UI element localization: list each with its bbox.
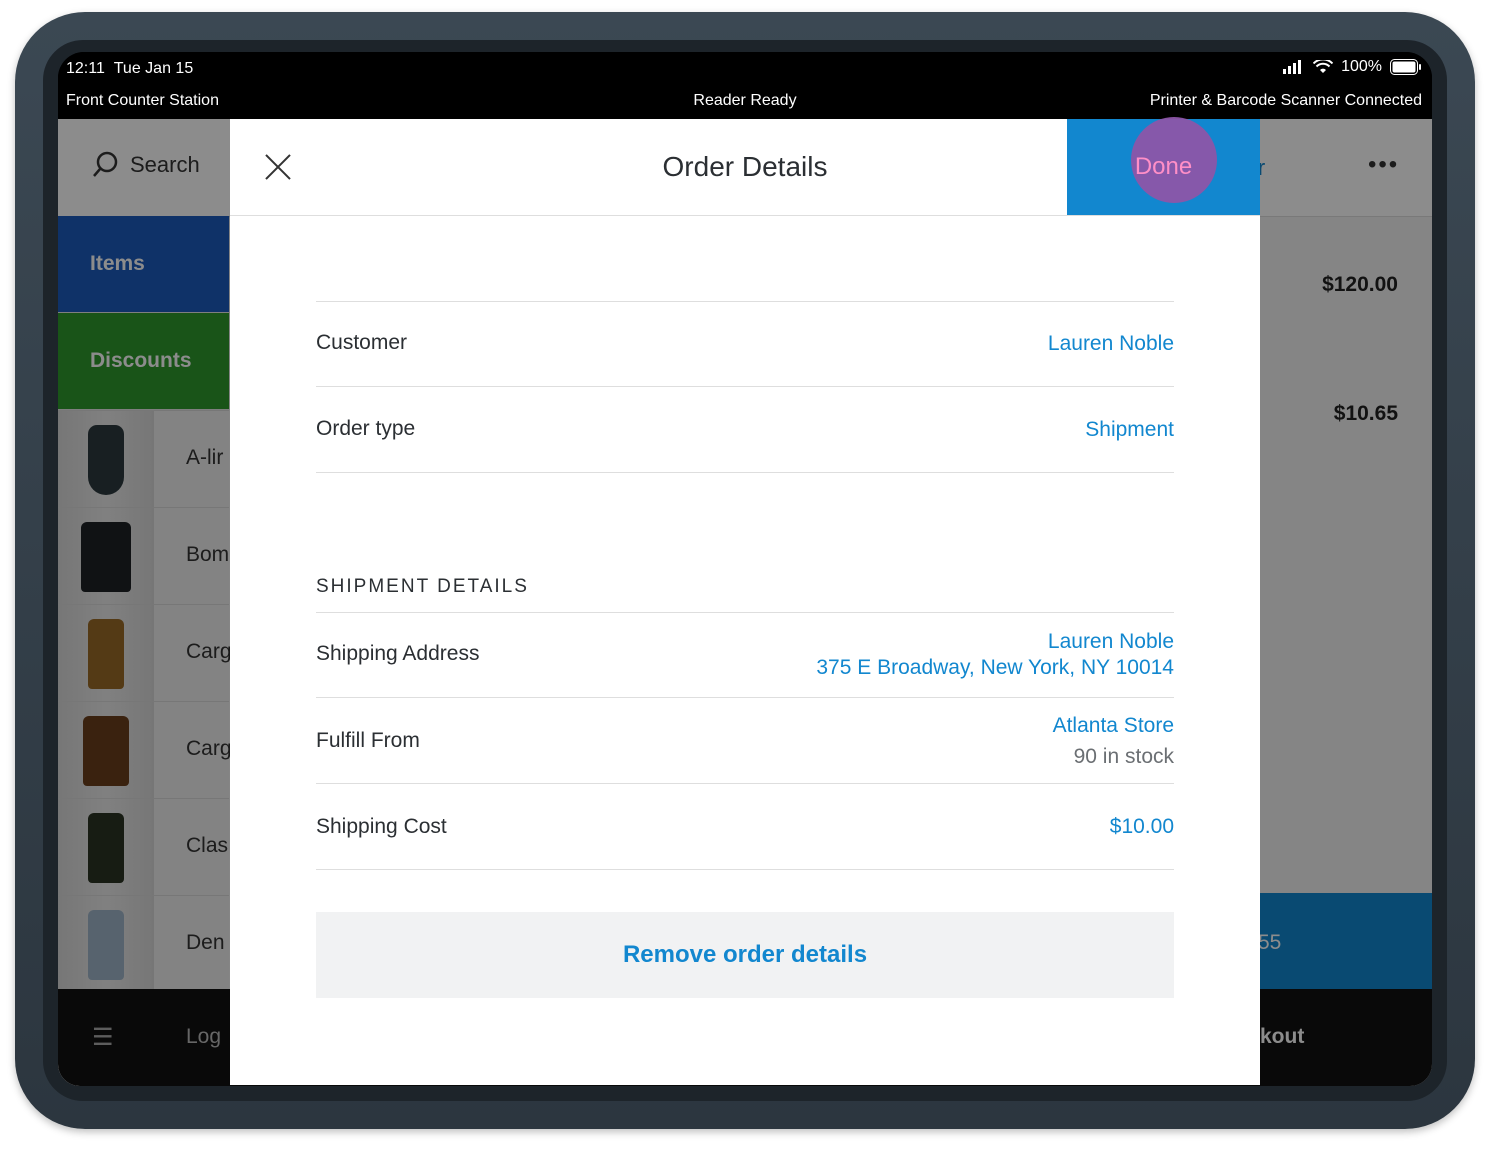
modal-header: Order Details Done — [230, 117, 1260, 216]
peripheral-status: Printer & Barcode Scanner Connected — [1149, 92, 1422, 109]
customer-label: Customer — [316, 331, 408, 354]
done-label: Done — [1134, 153, 1193, 180]
shipping-address-label: Shipping Address — [316, 642, 480, 665]
order-type-label: Order type — [316, 417, 416, 440]
shipping-address-line[interactable]: 375 E Broadway, New York, NY 10014 — [816, 656, 1174, 680]
divider — [316, 869, 1174, 870]
date-text: Tue Jan 15 — [113, 60, 194, 77]
fulfill-stock: 90 in stock — [1073, 745, 1174, 768]
status-bar: 12:11 Tue Jan 15 100% Front Counter Stat… — [58, 52, 1432, 119]
shipping-cost-value[interactable]: $10.00 — [1110, 815, 1174, 839]
fulfill-from-label: Fulfill From — [316, 729, 420, 752]
divider — [316, 612, 1174, 613]
battery-icon — [1390, 59, 1421, 75]
shipping-cost-label: Shipping Cost — [316, 815, 447, 838]
remove-order-details-button[interactable]: Remove order details — [316, 912, 1174, 998]
screen: 12:11 Tue Jan 15 100% Front Counter Stat… — [58, 52, 1432, 1086]
divider — [316, 386, 1174, 387]
status-time: 12:11 Tue Jan 15 — [66, 60, 193, 78]
order-type-value[interactable]: Shipment — [1085, 418, 1174, 442]
shipping-address-name[interactable]: Lauren Noble — [1048, 630, 1174, 654]
order-details-modal: Order Details Done Customer Lauren Noble… — [230, 117, 1260, 1085]
fulfill-store[interactable]: Atlanta Store — [1053, 714, 1174, 738]
done-button[interactable]: Done — [1067, 117, 1260, 215]
wifi-icon — [1313, 60, 1334, 73]
battery-percent: 100% — [1341, 58, 1382, 75]
time-text: 12:11 — [66, 60, 105, 77]
shipment-section-header: SHIPMENT DETAILS — [316, 576, 529, 597]
customer-value[interactable]: Lauren Noble — [1048, 332, 1174, 356]
divider — [316, 301, 1174, 302]
divider — [316, 697, 1174, 698]
divider — [316, 472, 1174, 473]
signal-icon — [1283, 60, 1302, 74]
status-indicators: 100% — [1283, 58, 1422, 76]
divider — [316, 783, 1174, 784]
